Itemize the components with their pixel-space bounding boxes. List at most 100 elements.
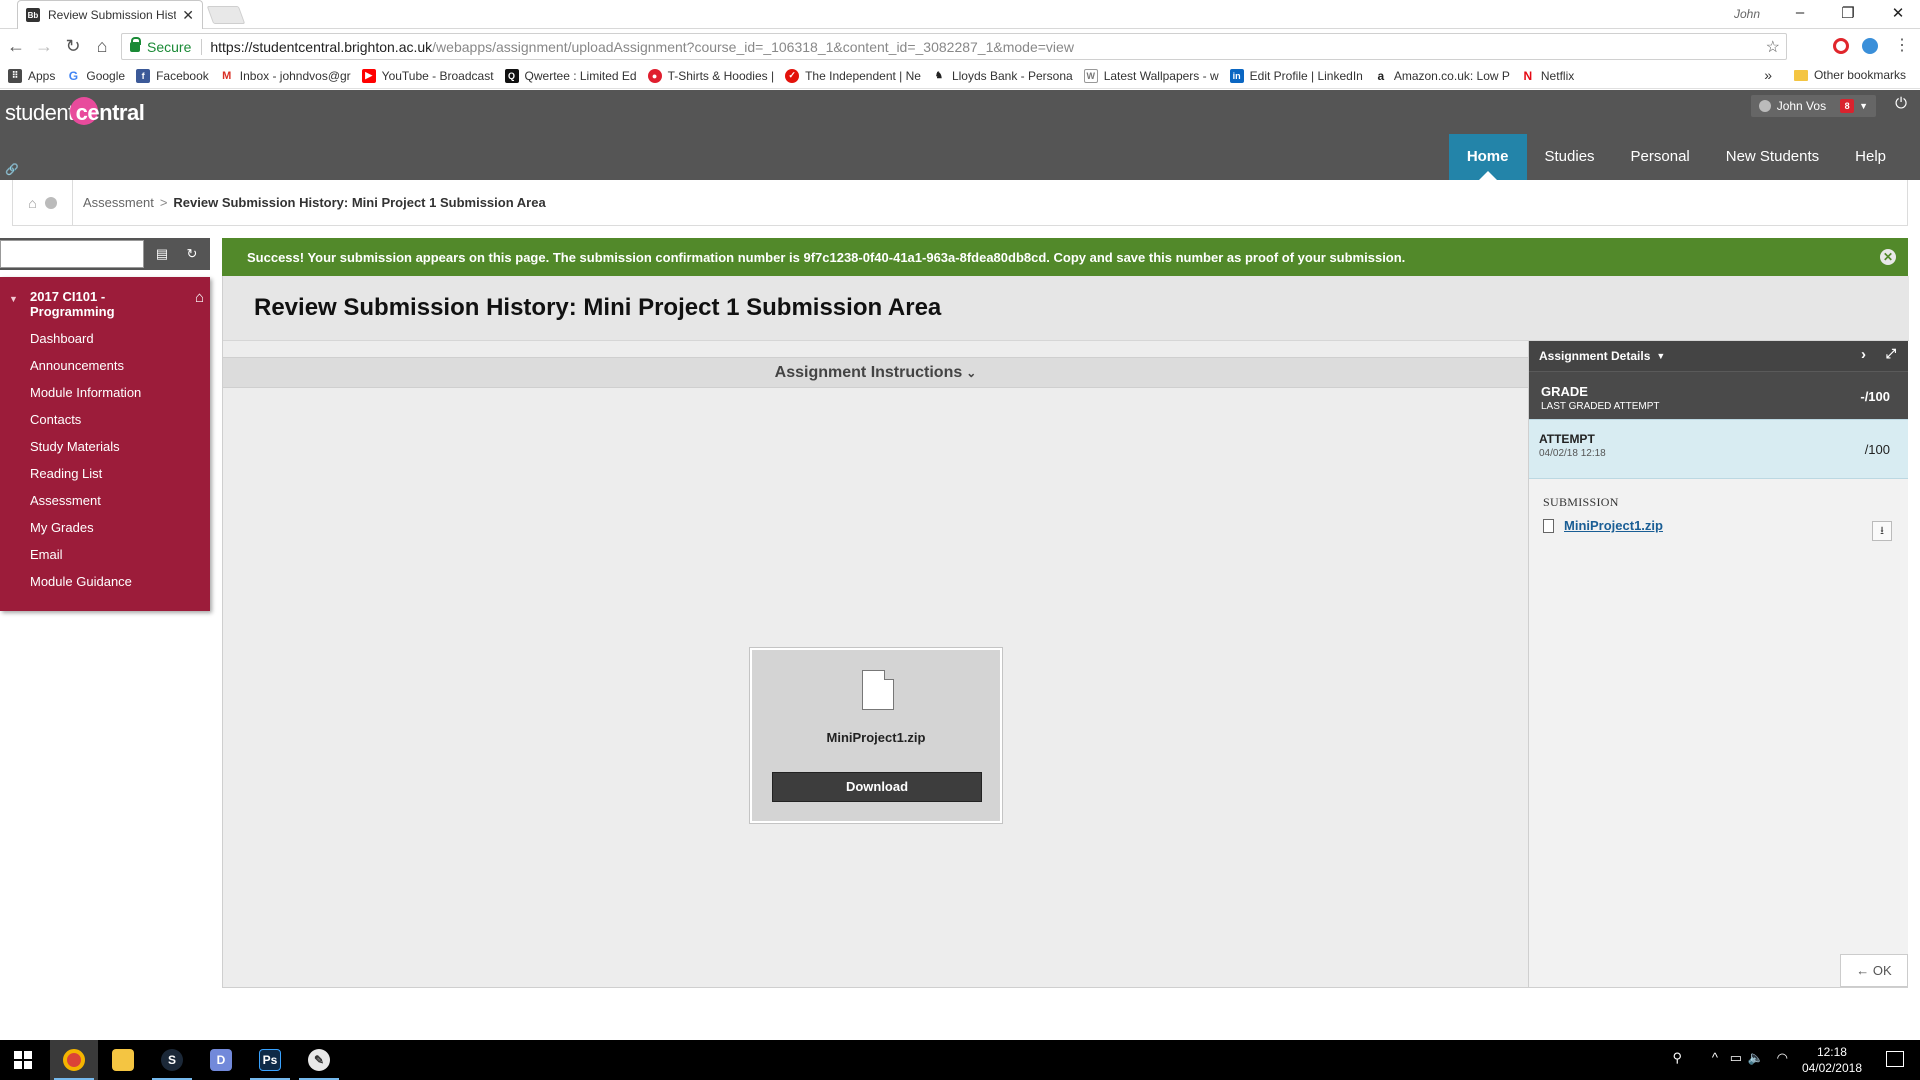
photoshop-taskbar-icon[interactable]: Ps — [246, 1040, 294, 1080]
menu-item-contacts[interactable]: Contacts — [0, 406, 210, 433]
tab-home[interactable]: Home — [1448, 134, 1527, 180]
ok-button[interactable]: ← OK — [1840, 954, 1908, 987]
folder-view-icon[interactable]: ▤ — [152, 244, 172, 264]
paint-taskbar-icon[interactable]: ✎ — [295, 1040, 343, 1080]
chrome-taskbar-icon[interactable] — [50, 1040, 98, 1080]
user-avatar-icon — [1758, 100, 1771, 112]
chevron-right-icon[interactable]: › — [1861, 346, 1866, 363]
address-bar[interactable]: Secure https://studentcentral.brighton.a… — [121, 33, 1787, 60]
breadcrumb-assessment-link[interactable]: Assessment — [83, 195, 154, 210]
bookmark-item[interactable]: ● T-Shirts & Hoodies | — [647, 68, 774, 83]
assignment-instructions-toggle[interactable]: Assignment Instructions ⌄ — [223, 357, 1528, 388]
submission-file-link[interactable]: MiniProject1.zip — [1564, 518, 1663, 533]
attempt-grade: /100 — [1864, 442, 1890, 457]
bookmark-item[interactable]: ✓ The Independent | Ne — [785, 68, 921, 83]
logout-power-icon[interactable]: ⏻ — [1888, 95, 1914, 117]
bookmark-item[interactable]: a Amazon.co.uk: Low P — [1373, 68, 1510, 83]
volume-icon[interactable]: 🔈 — [1748, 1050, 1764, 1066]
bookmark-item[interactable]: ♞ Lloyds Bank - Persona — [931, 68, 1073, 83]
new-tab-button[interactable] — [206, 6, 246, 24]
wifi-icon[interactable]: ◠ — [1777, 1050, 1788, 1066]
menu-item-assessment[interactable]: Assessment — [0, 487, 210, 514]
file-name: MiniProject1.zip — [826, 730, 926, 745]
course-menu-search-input[interactable] — [0, 240, 144, 268]
system-clock[interactable]: 12:18 04/02/2018 — [1802, 1044, 1862, 1076]
browser-tab[interactable]: Bb Review Submission Histo ✕ — [17, 0, 203, 29]
browser-tab-strip: Bb Review Submission Histo ✕ John – ❐ ✕ — [0, 0, 1920, 29]
profile-name[interactable]: John — [1734, 7, 1760, 21]
menu-item-my-grades[interactable]: My Grades — [0, 514, 210, 541]
menu-item-module-guidance[interactable]: Module Guidance — [0, 568, 210, 595]
reload-icon[interactable]: ↻ — [61, 35, 85, 59]
menu-item-module-information[interactable]: Module Information — [0, 379, 210, 406]
tab-studies[interactable]: Studies — [1527, 134, 1613, 180]
tab-help[interactable]: Help — [1837, 134, 1904, 180]
battery-icon[interactable]: ▭ — [1730, 1050, 1742, 1066]
restore-window-icon[interactable]: ❐ — [1828, 4, 1868, 22]
download-icon[interactable]: ⭳ — [1872, 521, 1892, 541]
refresh-icon[interactable]: ↻ — [182, 244, 202, 264]
bookmark-item[interactable]: f Facebook — [136, 68, 209, 83]
bookmark-star-icon[interactable]: ☆ — [1766, 37, 1780, 57]
close-window-icon[interactable]: ✕ — [1878, 4, 1918, 22]
download-button[interactable]: Download — [772, 772, 982, 802]
chrome-menu-icon[interactable]: ⋮ — [1890, 35, 1914, 59]
menu-item-announcements[interactable]: Announcements — [0, 352, 210, 379]
grade-sublabel: LAST GRADED ATTEMPT — [1541, 401, 1660, 412]
course-menu-toolbar: ▤ ↻ — [0, 238, 210, 270]
bookmark-item[interactable]: in Edit Profile | LinkedIn — [1229, 68, 1363, 83]
course-title[interactable]: ▼ 2017 CI101 - Programming — [0, 289, 150, 319]
studentcentral-logo[interactable]: studentcentral — [5, 97, 145, 128]
close-banner-icon[interactable]: ✕ — [1880, 249, 1896, 265]
bookmark-item[interactable]: Q Qwertee : Limited Ed — [504, 68, 637, 83]
forward-arrow-icon[interactable]: → — [32, 35, 56, 59]
youtube-icon: ▶ — [361, 68, 376, 83]
attempt-label: ATTEMPT — [1539, 432, 1595, 446]
success-banner: Success! Your submission appears on this… — [222, 238, 1908, 276]
clock-date: 04/02/2018 — [1801, 1061, 1862, 1075]
breadcrumb-menu-icon[interactable] — [44, 196, 57, 209]
minimize-window-icon[interactable]: – — [1780, 4, 1820, 21]
course-home-icon[interactable]: ⌂ — [195, 289, 204, 306]
menu-item-reading-list[interactable]: Reading List — [0, 460, 210, 487]
other-bookmarks-folder[interactable]: Other bookmarks — [1793, 68, 1906, 82]
show-hidden-icons-chevron-icon[interactable]: ^ — [1712, 1050, 1718, 1065]
menu-item-study-materials[interactable]: Study Materials — [0, 433, 210, 460]
shield-extension-icon[interactable] — [1862, 38, 1878, 54]
clock-time: 12:18 — [1816, 1045, 1847, 1059]
file-explorer-taskbar-icon[interactable] — [99, 1040, 147, 1080]
site-header: studentcentral John Vos 8 ▼ ⏻ 🔗 Home Stu… — [0, 90, 1920, 180]
facebook-icon: f — [136, 68, 151, 83]
collapse-triangle-icon[interactable]: ▼ — [9, 292, 18, 307]
url-path: /webapps/assignment/uploadAssignment?cou… — [432, 38, 1074, 55]
breadcrumb-home[interactable]: ⌂ — [13, 180, 73, 225]
windows-taskbar: S D Ps ✎ ⚲ ^ ▭ 🔈 ◠ 12:18 04/02/2018 — [0, 1040, 1920, 1080]
tab-new-students[interactable]: New Students — [1708, 134, 1837, 180]
chevron-down-icon: ▼ — [1859, 101, 1868, 111]
discord-taskbar-icon[interactable]: D — [197, 1040, 245, 1080]
attempt-row[interactable]: ATTEMPT 04/02/18 12:18 /100 — [1529, 419, 1908, 479]
back-arrow-icon[interactable]: ← — [4, 35, 28, 59]
user-menu[interactable]: John Vos 8 ▼ — [1750, 95, 1876, 117]
bookmark-item[interactable]: N Netflix — [1520, 68, 1574, 83]
bookmark-item[interactable]: ⠿ Apps — [8, 68, 55, 83]
menu-item-dashboard[interactable]: Dashboard — [0, 325, 210, 352]
windows-start-icon[interactable] — [14, 1051, 32, 1069]
action-center-icon[interactable] — [1886, 1051, 1904, 1067]
people-icon[interactable]: ⚲ — [1672, 1050, 1682, 1066]
bookmark-item[interactable]: G Google — [66, 68, 125, 83]
tab-personal[interactable]: Personal — [1613, 134, 1708, 180]
more-bookmarks-chevron-icon[interactable]: » — [1764, 67, 1772, 83]
bookmark-item[interactable]: M Inbox - johndvos@gr — [219, 68, 351, 83]
opera-extension-icon[interactable] — [1833, 38, 1849, 54]
assignment-details-header[interactable]: Assignment Details ▼ › ⤢ — [1529, 341, 1908, 371]
amazon-icon: a — [1373, 68, 1388, 83]
bookmark-item[interactable]: ▶ YouTube - Broadcast — [361, 68, 494, 83]
menu-item-email[interactable]: Email — [0, 541, 210, 568]
bookmark-item[interactable]: W Latest Wallpapers - w — [1083, 68, 1219, 83]
link-icon[interactable]: 🔗 — [5, 163, 19, 176]
fullscreen-icon[interactable]: ⤢ — [1886, 346, 1896, 362]
home-icon[interactable]: ⌂ — [90, 35, 114, 59]
close-tab-icon[interactable]: ✕ — [182, 7, 194, 24]
steam-taskbar-icon[interactable]: S — [148, 1040, 196, 1080]
